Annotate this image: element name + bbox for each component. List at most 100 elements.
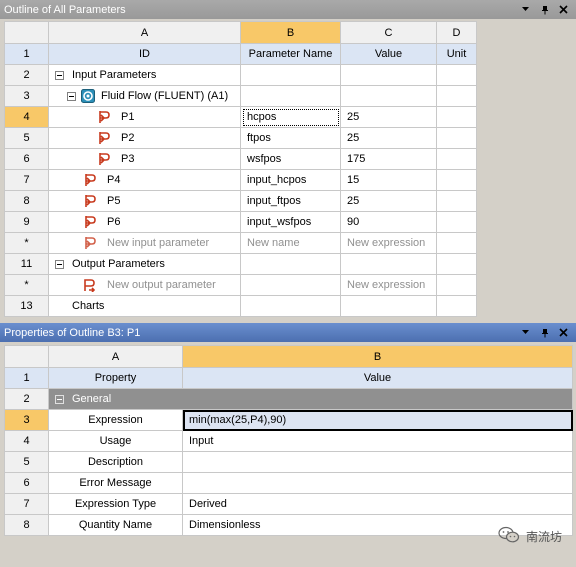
unit-cell[interactable]: [436, 64, 477, 86]
value-cell[interactable]: 175: [340, 148, 437, 170]
new-name-placeholder[interactable]: New name: [240, 232, 341, 254]
table-row[interactable]: * New output parameter New expression: [4, 274, 477, 296]
value-cell[interactable]: 90: [340, 211, 437, 233]
unit-cell[interactable]: [436, 148, 477, 170]
collapse-toggle-icon[interactable]: [55, 394, 64, 404]
collapse-toggle-icon[interactable]: [55, 70, 64, 80]
column-letter-c[interactable]: C: [340, 21, 437, 44]
new-expression-placeholder[interactable]: New expression: [340, 232, 437, 254]
table-row[interactable]: 2 Input Parameters: [4, 64, 477, 86]
value-cell[interactable]: Derived: [182, 493, 573, 515]
collapse-toggle-icon[interactable]: [67, 91, 76, 101]
pin-icon[interactable]: [540, 328, 550, 338]
id-cell[interactable]: P5: [48, 190, 241, 212]
table-row[interactable]: 5 Description: [4, 451, 573, 473]
table-row[interactable]: 11 Output Parameters: [4, 253, 477, 275]
column-letter-b[interactable]: B: [240, 21, 341, 44]
id-cell[interactable]: Output Parameters: [48, 253, 241, 275]
parameter-name-cell[interactable]: [240, 274, 341, 296]
properties-panel: Properties of Outline B3: P1 A B 1 Prope…: [0, 323, 576, 567]
unit-cell[interactable]: [436, 127, 477, 149]
row-number: 6: [4, 472, 49, 494]
corner-cell: [4, 21, 49, 44]
table-row[interactable]: * New input parameter New name New expre…: [4, 232, 477, 254]
tree-label: P4: [107, 174, 121, 186]
table-row[interactable]: 3 Expression min(max(25,P4),90): [4, 409, 573, 431]
unit-cell[interactable]: [436, 106, 477, 128]
table-row[interactable]: 9 P6 input_wsfpos 90: [4, 211, 477, 233]
table-row[interactable]: 3 Fluid Flow (FLUENT) (A1): [4, 85, 477, 107]
table-row[interactable]: 6 P3 wsfpos 175: [4, 148, 477, 170]
column-letter-a[interactable]: A: [48, 21, 241, 44]
id-cell[interactable]: P4: [48, 169, 241, 191]
value-cell[interactable]: 25: [340, 106, 437, 128]
parameter-name-cell[interactable]: ftpos: [240, 127, 341, 149]
table-row[interactable]: 8 Quantity Name Dimensionless: [4, 514, 573, 536]
dropdown-arrow-icon[interactable]: [521, 328, 531, 338]
column-letter-d[interactable]: D: [436, 21, 477, 44]
close-icon[interactable]: [559, 327, 569, 338]
column-letter-a[interactable]: A: [48, 345, 183, 368]
parameter-name-cell[interactable]: input_wsfpos: [240, 211, 341, 233]
id-cell[interactable]: P1: [48, 106, 241, 128]
row-number: 6: [4, 148, 49, 170]
id-cell[interactable]: P3: [48, 148, 241, 170]
unit-cell[interactable]: [436, 190, 477, 212]
new-expression-placeholder[interactable]: New expression: [340, 274, 437, 296]
table-row[interactable]: 5 P2 ftpos 25: [4, 127, 477, 149]
id-cell[interactable]: Input Parameters: [48, 64, 241, 86]
table-row[interactable]: 4 P1 hcpos 25: [4, 106, 477, 128]
close-icon[interactable]: [559, 4, 569, 15]
parameter-name-cell[interactable]: [240, 64, 341, 86]
id-cell[interactable]: New output parameter: [48, 274, 241, 296]
id-cell[interactable]: P6: [48, 211, 241, 233]
group-cell[interactable]: General: [48, 388, 573, 410]
value-cell[interactable]: [340, 85, 437, 107]
value-cell[interactable]: 25: [340, 127, 437, 149]
table-row[interactable]: 4 Usage Input: [4, 430, 573, 452]
pin-icon[interactable]: [540, 5, 550, 15]
id-cell[interactable]: New input parameter: [48, 232, 241, 254]
expression-value-cell[interactable]: min(max(25,P4),90): [182, 409, 573, 431]
table-row[interactable]: 6 Error Message: [4, 472, 573, 494]
parameter-name-cell[interactable]: [240, 85, 341, 107]
unit-cell[interactable]: [436, 169, 477, 191]
value-cell[interactable]: [182, 472, 573, 494]
id-cell[interactable]: P2: [48, 127, 241, 149]
row-number: 11: [4, 253, 49, 275]
unit-cell[interactable]: [436, 295, 477, 317]
value-cell[interactable]: 25: [340, 190, 437, 212]
table-row[interactable]: 13 Charts: [4, 295, 477, 317]
value-cell[interactable]: [340, 253, 437, 275]
unit-cell[interactable]: [436, 253, 477, 275]
unit-cell[interactable]: [436, 85, 477, 107]
group-row[interactable]: 2 General: [4, 388, 573, 410]
new-output-parameter-placeholder: New output parameter: [107, 279, 216, 291]
parameter-name-cell[interactable]: hcpos: [240, 106, 341, 128]
column-letter-b[interactable]: B: [182, 345, 573, 368]
value-cell[interactable]: 15: [340, 169, 437, 191]
field-header-row: 1 Property Value: [4, 367, 573, 389]
property-header: Property: [48, 367, 183, 389]
value-cell[interactable]: [182, 451, 573, 473]
parameter-name-cell[interactable]: input_hcpos: [240, 169, 341, 191]
value-cell[interactable]: [340, 295, 437, 317]
unit-cell[interactable]: [436, 232, 477, 254]
unit-cell[interactable]: [436, 211, 477, 233]
parameter-name-cell[interactable]: wsfpos: [240, 148, 341, 170]
table-row[interactable]: 7 P4 input_hcpos 15: [4, 169, 477, 191]
parameter-name-cell[interactable]: input_ftpos: [240, 190, 341, 212]
collapse-toggle-icon[interactable]: [55, 259, 64, 269]
dropdown-arrow-icon[interactable]: [521, 5, 531, 15]
value-cell[interactable]: [340, 64, 437, 86]
value-cell[interactable]: Input: [182, 430, 573, 452]
row-number: 3: [4, 409, 49, 431]
id-cell[interactable]: Charts: [48, 295, 241, 317]
id-cell[interactable]: Fluid Flow (FLUENT) (A1): [48, 85, 241, 107]
parameter-name-cell[interactable]: [240, 295, 341, 317]
table-row[interactable]: 8 P5 input_ftpos 25: [4, 190, 477, 212]
row-number: 1: [4, 43, 49, 65]
table-row[interactable]: 7 Expression Type Derived: [4, 493, 573, 515]
unit-cell[interactable]: [436, 274, 477, 296]
parameter-name-cell[interactable]: [240, 253, 341, 275]
